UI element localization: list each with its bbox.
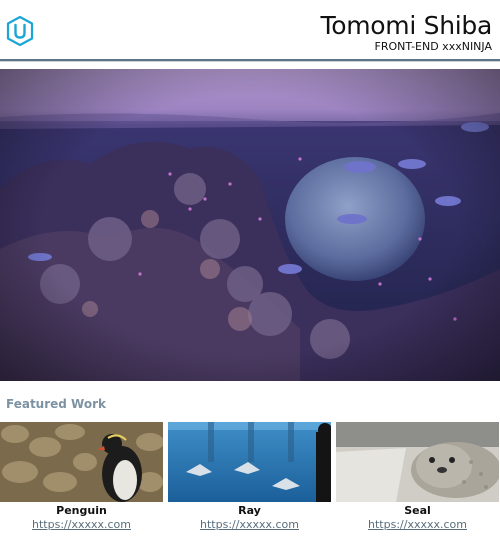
featured-work-heading: Featured Work <box>6 397 107 411</box>
ray-photo[interactable] <box>168 422 331 502</box>
card-title: Penguin <box>56 504 107 517</box>
card-title: Seal <box>404 504 431 517</box>
featured-card-penguin: Penguin https://xxxxx.com <box>0 422 163 532</box>
featured-card-ray: Ray https://xxxxx.com <box>168 422 331 532</box>
header-divider-shadow <box>0 61 500 62</box>
site-tagline: FRONT-END xxxNINJA <box>374 40 493 53</box>
card-title: Ray <box>238 504 261 517</box>
seal-photo[interactable] <box>336 422 499 502</box>
site-owner-name: Tomomi Shiba <box>320 11 493 40</box>
penguin-photo[interactable] <box>0 422 163 502</box>
udacity-u-icon[interactable] <box>6 16 34 46</box>
card-link[interactable]: https://xxxxx.com <box>168 518 331 532</box>
site-header: Tomomi Shiba FRONT-END xxxNINJA <box>0 0 500 64</box>
card-link[interactable]: https://xxxxx.com <box>0 518 163 532</box>
featured-card-seal: Seal https://xxxxx.com <box>336 422 499 532</box>
card-link[interactable]: https://xxxxx.com <box>336 518 499 532</box>
hero-image <box>0 69 500 381</box>
